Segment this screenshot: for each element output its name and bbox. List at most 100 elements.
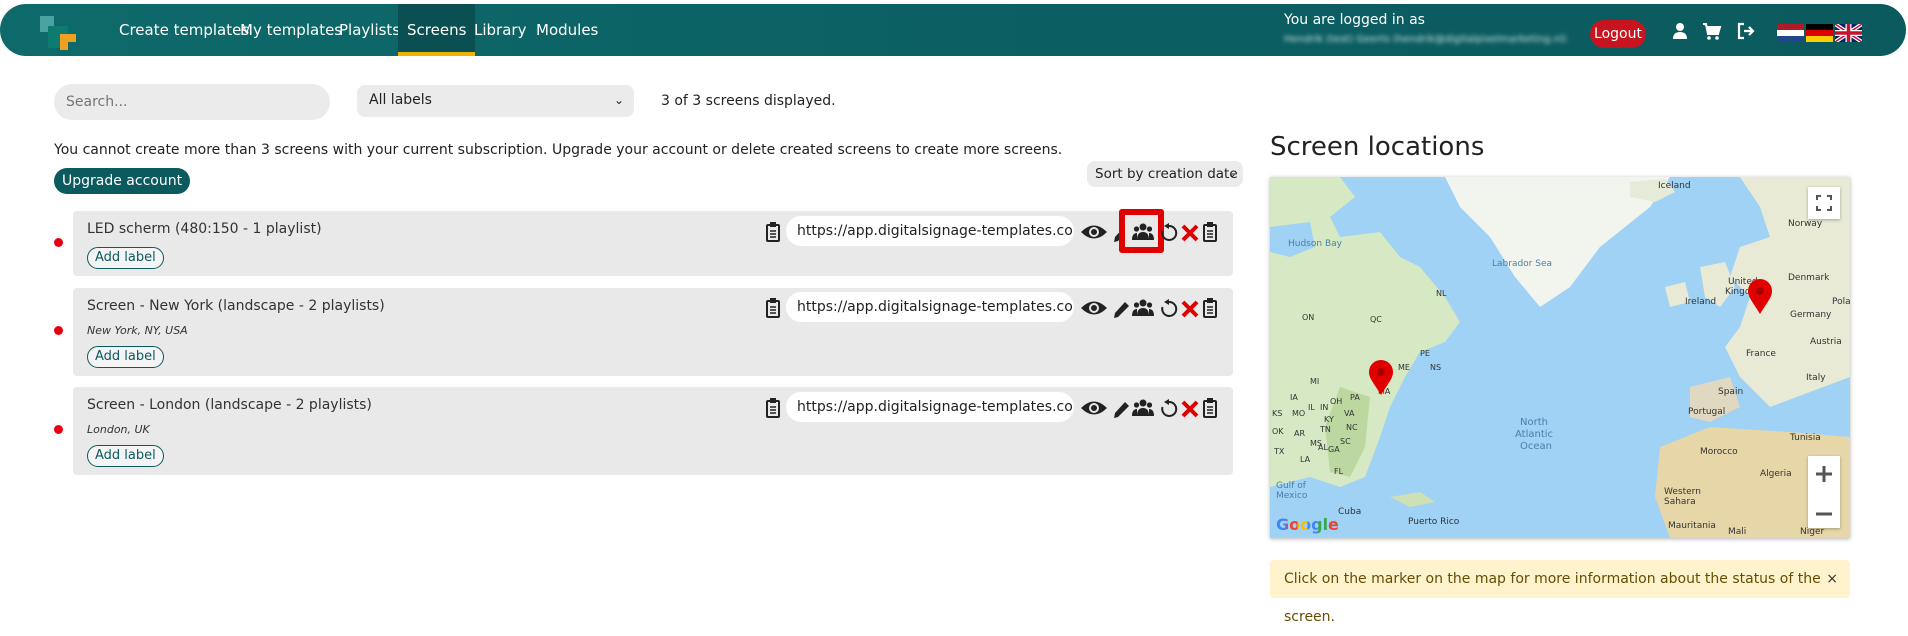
labels-filter-select[interactable]: All labels ⌄ xyxy=(357,85,634,117)
add-label-button[interactable]: Add label xyxy=(87,445,164,467)
flag-uk-icon[interactable] xyxy=(1835,24,1862,42)
screen-name: Screen - London xyxy=(87,397,201,413)
refresh-icon[interactable] xyxy=(1160,398,1178,420)
map-label: Denmark xyxy=(1788,273,1830,283)
map-label: MO xyxy=(1292,409,1306,418)
map-label: IL xyxy=(1308,403,1315,412)
duplicate-icon[interactable] xyxy=(1203,297,1219,319)
map-label: Labrador Sea xyxy=(1492,259,1553,269)
users-icon[interactable] xyxy=(1132,221,1154,243)
map-label: FL xyxy=(1334,467,1344,476)
map-label: IN xyxy=(1320,403,1329,412)
copy-url-icon[interactable] xyxy=(766,397,782,419)
map-label: Austria xyxy=(1810,337,1842,347)
user-icon[interactable] xyxy=(1670,21,1690,41)
map-label: Atlantic xyxy=(1515,429,1554,440)
sort-select[interactable]: Sort by creation date ⌄ xyxy=(1087,161,1243,187)
map-label: ON xyxy=(1302,313,1315,322)
screen-locations-map[interactable]: Iceland Hudson Bay Labrador Sea Norway U… xyxy=(1270,177,1850,538)
screen-card-led: LED scherm (480:150 - 1 playlist) Add la… xyxy=(73,209,1233,276)
map-label: TN xyxy=(1320,425,1331,434)
map-label: PA xyxy=(1350,393,1360,402)
map-label: Mali xyxy=(1728,527,1747,537)
screen-url-field[interactable]: https://app.digitalsignage-templates.co.… xyxy=(786,292,1074,322)
duplicate-icon[interactable] xyxy=(1203,397,1219,419)
refresh-icon[interactable] xyxy=(1160,298,1178,320)
map-label: SC xyxy=(1340,437,1351,446)
add-label-button[interactable]: Add label xyxy=(87,247,164,269)
copy-url-icon[interactable] xyxy=(766,297,782,319)
add-label-button[interactable]: Add label xyxy=(87,346,164,368)
refresh-icon[interactable] xyxy=(1160,222,1178,244)
map-zoom-controls xyxy=(1808,456,1840,528)
upgrade-account-button[interactable]: Upgrade account xyxy=(54,168,191,194)
zoom-in-icon[interactable] xyxy=(1808,456,1840,492)
map-label: LA xyxy=(1300,455,1311,464)
nav-library[interactable]: Library xyxy=(465,4,535,56)
screen-meta: (landscape - 2 playlists) xyxy=(217,298,385,314)
pencil-icon[interactable] xyxy=(1112,299,1130,321)
map-label: AR xyxy=(1294,429,1306,438)
map-marker-new-york[interactable] xyxy=(1368,360,1394,396)
duplicate-icon[interactable] xyxy=(1203,221,1219,243)
zoom-out-icon[interactable] xyxy=(1808,496,1840,532)
logged-in-text: You are logged in as xyxy=(1284,12,1425,28)
map-label: Mexico xyxy=(1276,491,1308,501)
map-label: Iceland xyxy=(1658,181,1691,191)
delete-icon[interactable] xyxy=(1181,222,1199,244)
map-label: France xyxy=(1746,349,1776,359)
map-label: VA xyxy=(1344,409,1355,418)
map-label: ME xyxy=(1398,363,1410,372)
map-label: TX xyxy=(1274,447,1285,456)
eye-icon[interactable] xyxy=(1080,397,1108,419)
map-label: OH xyxy=(1330,397,1343,406)
map-marker-london[interactable] xyxy=(1747,279,1773,315)
map-label: Cuba xyxy=(1338,507,1362,517)
map-label: NL xyxy=(1436,289,1447,298)
screen-url-field[interactable]: https://app.digitalsignage-templates.co.… xyxy=(786,216,1074,246)
map-label: Germany xyxy=(1790,310,1832,320)
map-fullscreen-button[interactable] xyxy=(1808,187,1840,219)
map-label: Puerto Rico xyxy=(1408,517,1460,527)
nav-screens[interactable]: Screens xyxy=(398,4,476,56)
map-label: KY xyxy=(1324,415,1334,424)
app-logo[interactable] xyxy=(38,12,82,52)
map-label: North xyxy=(1520,417,1548,428)
map-label: QC xyxy=(1370,315,1382,324)
chevron-down-icon: ⌄ xyxy=(1227,167,1237,180)
cart-icon[interactable] xyxy=(1702,21,1722,41)
map-label: PE xyxy=(1420,349,1430,358)
copy-url-icon[interactable] xyxy=(766,221,782,243)
screen-meta: (480:150 - 1 playlist) xyxy=(174,221,322,237)
users-icon[interactable] xyxy=(1132,297,1154,319)
flag-de-icon[interactable] xyxy=(1806,24,1833,42)
screen-title: LED scherm (480:150 - 1 playlist) xyxy=(87,221,322,237)
screen-count-text: 3 of 3 screens displayed. xyxy=(661,93,836,109)
map-info-alert: Click on the marker on the map for more … xyxy=(1270,560,1850,625)
logout-button[interactable]: Logout xyxy=(1590,20,1646,48)
pencil-icon[interactable] xyxy=(1112,399,1130,421)
nav-modules[interactable]: Modules xyxy=(527,4,607,56)
close-icon[interactable]: × xyxy=(1826,560,1838,598)
delete-icon[interactable] xyxy=(1181,398,1199,420)
screen-card-new-york: Screen - New York (landscape - 2 playlis… xyxy=(73,288,1233,376)
labels-filter-value: All labels xyxy=(369,92,432,108)
screen-card-london: Screen - London (landscape - 2 playlists… xyxy=(73,387,1233,475)
map-label: GA xyxy=(1328,445,1340,454)
eye-icon[interactable] xyxy=(1080,297,1108,319)
screen-location: New York, NY, USA xyxy=(87,324,188,337)
screen-status-dot xyxy=(54,425,63,434)
map-label: Tunisia xyxy=(1790,433,1821,443)
delete-icon[interactable] xyxy=(1181,298,1199,320)
fullscreen-icon xyxy=(1816,195,1832,211)
screen-status-dot xyxy=(54,326,63,335)
map-label: Morocco xyxy=(1700,447,1738,457)
eye-icon[interactable] xyxy=(1080,221,1108,243)
google-logo: Google xyxy=(1276,515,1339,534)
flag-nl-icon[interactable] xyxy=(1777,24,1804,42)
screen-status-dot xyxy=(54,238,63,247)
sign-out-icon[interactable] xyxy=(1736,21,1756,41)
users-icon[interactable] xyxy=(1132,397,1154,419)
screen-url-field[interactable]: https://app.digitalsignage-templates.co.… xyxy=(786,392,1074,422)
search-input[interactable] xyxy=(54,84,330,120)
